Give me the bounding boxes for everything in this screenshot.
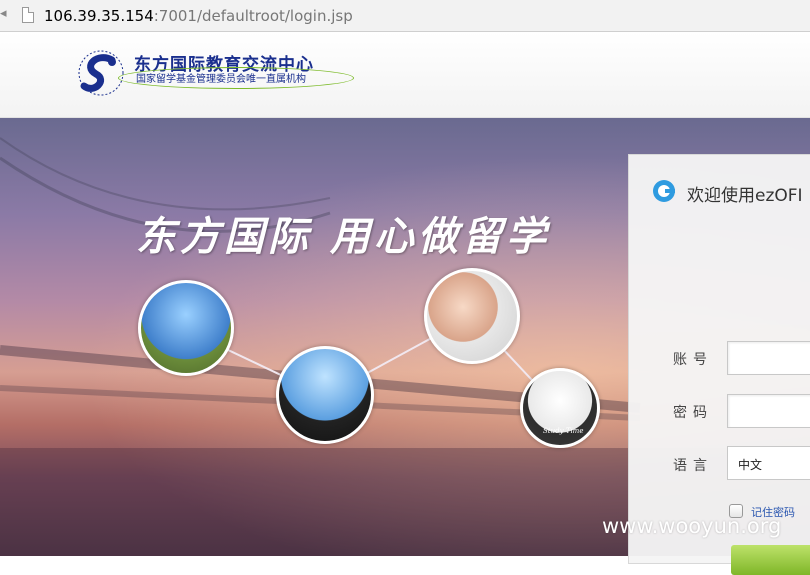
org-subtitle: 国家留学基金管理委员会唯一直属机构 bbox=[136, 74, 306, 85]
login-logo-icon bbox=[653, 180, 675, 202]
watermark: www.wooyun.org bbox=[602, 514, 782, 538]
back-arrow-icon[interactable]: ◂ bbox=[0, 6, 8, 26]
photo-study-time: Study Time bbox=[520, 368, 600, 448]
photo-graduates-celebrating bbox=[276, 346, 374, 444]
url-text[interactable]: 106.39.35.154:7001/defaultroot/login.jsp bbox=[44, 7, 353, 25]
password-label: 密码 bbox=[673, 405, 713, 421]
browser-address-bar[interactable]: ◂ 106.39.35.154:7001/defaultroot/login.j… bbox=[0, 0, 810, 32]
language-select[interactable]: 中文 bbox=[727, 446, 810, 480]
account-label: 账号 bbox=[673, 352, 713, 368]
language-label: 语言 bbox=[673, 458, 713, 474]
login-panel: 欢迎使用ezOFI 账号 密码 语言 中文 记住密码 bbox=[628, 154, 810, 575]
url-path: :7001/defaultroot/login.jsp bbox=[153, 7, 353, 25]
url-host: 106.39.35.154 bbox=[44, 7, 154, 25]
account-input[interactable] bbox=[727, 341, 810, 375]
hero-slogan: 东方国际 用心做留学 bbox=[136, 213, 550, 260]
org-logo-icon bbox=[78, 50, 124, 96]
login-button[interactable] bbox=[731, 545, 810, 575]
photo-student-writing bbox=[424, 268, 520, 364]
login-title: 欢迎使用ezOFI bbox=[687, 186, 803, 206]
password-input[interactable] bbox=[727, 394, 810, 428]
photo-paris-graduation bbox=[138, 280, 234, 376]
page-icon bbox=[22, 7, 34, 23]
study-time-caption: Study Time bbox=[543, 427, 584, 435]
